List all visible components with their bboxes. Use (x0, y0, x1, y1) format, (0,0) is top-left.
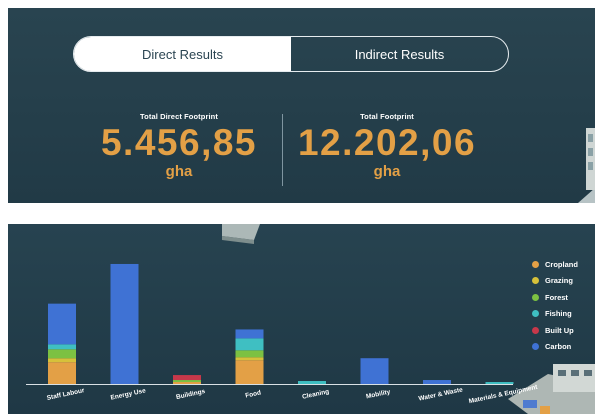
summary-panel: Direct Results Indirect Results Total Di… (8, 8, 595, 203)
chart-panel: Staff Labour Energy Use Buildings Food Clean… (8, 224, 595, 414)
legend-label-grazing: Grazing (545, 276, 573, 286)
legend-item-cropland[interactable]: Cropland (532, 256, 578, 273)
x-tick-label-food: Food (245, 389, 262, 399)
chart-legend: Cropland Grazing Forest Fishing Built Up Carb… (532, 256, 578, 355)
legend-swatch-fishing (532, 310, 539, 318)
x-tick-label-staff-labour: Staff Labour (46, 387, 85, 402)
bar-staff-labour-fishing[interactable] (48, 344, 76, 350)
bar-staff-labour-grazing[interactable] (48, 358, 76, 363)
bar-staff-labour-forest[interactable] (48, 349, 76, 359)
direct-footprint-unit: gha (165, 163, 193, 180)
legend-item-built-up[interactable]: Built Up (532, 322, 578, 339)
x-tick-label-buildings: Buildings (175, 388, 206, 401)
legend-label-forest: Forest (545, 292, 568, 302)
x-tick-label-materials-equipment: Materials & Equipment (468, 384, 539, 406)
total-footprint-metric: Total Footprint 12.202,06 gha (267, 112, 507, 180)
total-footprint-unit: gha (373, 163, 401, 180)
bar-staff-labour-carbon[interactable] (48, 303, 76, 345)
bar-food-grazing[interactable] (235, 357, 264, 361)
bar-energy-use-carbon[interactable] (110, 263, 139, 384)
x-tick-label-cleaning: Cleaning (302, 388, 330, 401)
direct-footprint-value: 5.456,85 (100, 122, 258, 163)
legend-label-cropland: Cropland (545, 259, 578, 269)
bar-cleaning-fishing[interactable] (298, 381, 326, 384)
footprint-bar-chart: Staff Labour Energy Use Buildings Food Clean… (26, 263, 539, 406)
legend-item-forest[interactable]: Forest (532, 289, 578, 306)
legend-swatch-carbon (532, 343, 539, 351)
tab-indirect-results[interactable]: Indirect Results (291, 37, 508, 71)
bar-mobility-carbon[interactable] (360, 358, 389, 384)
bar-food-forest[interactable] (235, 350, 264, 358)
legend-swatch-forest (532, 293, 539, 301)
x-tick-label-energy-use: Energy Use (110, 387, 147, 401)
legend-item-carbon[interactable]: Carbon (532, 339, 578, 356)
bar-materials-equipment-fishing[interactable] (485, 382, 514, 384)
bar-buildings-cropland[interactable] (173, 382, 201, 384)
x-tick-label-water-waste: Water & Waste (418, 386, 464, 402)
tab-direct-results[interactable]: Direct Results (74, 37, 291, 71)
direct-footprint-label: Total Direct Footprint (140, 112, 218, 121)
legend-item-grazing[interactable]: Grazing (532, 273, 578, 290)
bar-water-waste-carbon[interactable] (423, 380, 451, 384)
direct-footprint-metric: Total Direct Footprint 5.456,85 gha (59, 112, 299, 180)
bar-food-fishing[interactable] (235, 338, 264, 351)
total-footprint-label: Total Footprint (360, 112, 414, 121)
legend-label-carbon: Carbon (545, 342, 572, 352)
legend-swatch-grazing (532, 277, 539, 285)
legend-swatch-built-up (532, 326, 539, 334)
legend-label-fishing: Fishing (545, 309, 572, 319)
results-toggle: Direct Results Indirect Results (73, 36, 509, 72)
total-footprint-value: 12.202,06 (297, 122, 477, 163)
bar-food-carbon[interactable] (235, 329, 264, 339)
legend-item-fishing[interactable]: Fishing (532, 306, 578, 323)
legend-swatch-cropland (532, 260, 539, 268)
bar-staff-labour-cropland[interactable] (48, 362, 76, 384)
bar-food-cropland[interactable] (235, 360, 264, 384)
bar-buildings-forest[interactable] (173, 380, 201, 383)
legend-label-built-up: Built Up (545, 325, 574, 335)
x-tick-label-mobility: Mobility (365, 388, 391, 400)
bar-buildings-built-up[interactable] (173, 375, 201, 381)
